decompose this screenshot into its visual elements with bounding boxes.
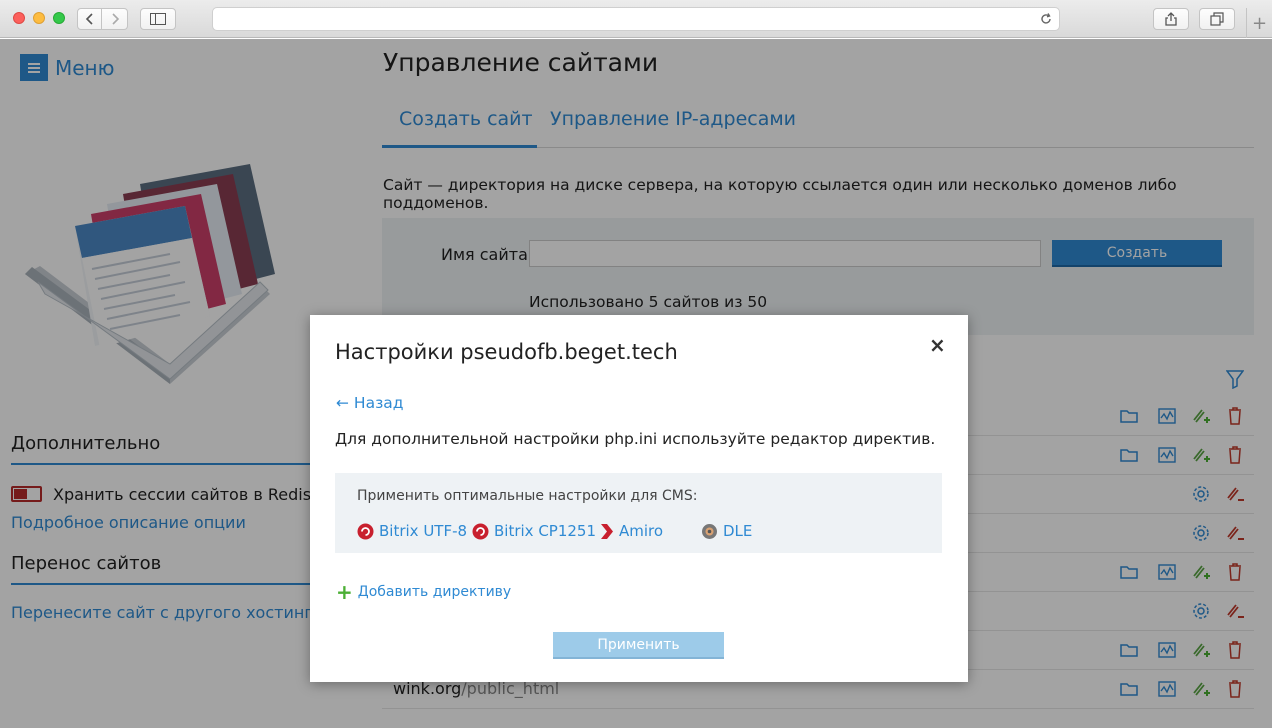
cms-panel: Применить оптимальные настройки для CMS:… [335, 473, 942, 553]
cms-dle[interactable]: DLE [701, 522, 752, 540]
share-button[interactable] [1153, 8, 1189, 30]
reload-icon[interactable] [1039, 12, 1053, 26]
share-icon [1165, 12, 1177, 26]
cms-label: Применить оптимальные настройки для CMS: [357, 488, 698, 504]
cms-bitrix-utf8[interactable]: Bitrix UTF-8 [357, 522, 467, 540]
dle-icon [702, 523, 717, 539]
cms-label-amiro: Amiro [619, 522, 664, 540]
browser-toolbar: + [0, 0, 1272, 38]
back-button[interactable] [77, 8, 102, 30]
add-directive-link[interactable]: + Добавить директиву [336, 582, 511, 602]
sidebar-icon [150, 13, 166, 25]
modal-title: Настройки pseudofb.beget.tech [335, 340, 678, 364]
zoom-window-button[interactable] [53, 12, 65, 24]
plus-icon: + [336, 580, 353, 604]
forward-icon [111, 13, 119, 25]
back-link[interactable]: ← Назад [336, 394, 404, 412]
cms-label-bitrix-cp1251: Bitrix CP1251 [494, 522, 597, 540]
modal-description: Для дополнительной настройки php.ini исп… [335, 430, 936, 448]
close-icon[interactable]: × [929, 333, 946, 357]
add-directive-label: Добавить директиву [357, 584, 512, 600]
bitrix-icon [472, 523, 489, 539]
address-bar[interactable] [212, 7, 1060, 31]
cms-label-dle: DLE [723, 522, 753, 540]
sidebar-toggle-button[interactable] [140, 8, 176, 30]
back-icon [85, 13, 93, 25]
close-window-button[interactable] [13, 12, 25, 24]
tabs-overview-button[interactable] [1199, 8, 1235, 30]
cms-label-bitrix-utf8: Bitrix UTF-8 [379, 522, 468, 540]
forward-button[interactable] [102, 8, 128, 30]
minimize-window-button[interactable] [33, 12, 45, 24]
bitrix-icon [357, 523, 374, 539]
apply-button[interactable]: Применить [553, 632, 724, 659]
cms-bitrix-cp1251[interactable]: Bitrix CP1251 [472, 522, 596, 540]
amiro-icon [601, 523, 613, 539]
tabs-icon [1210, 12, 1224, 26]
new-tab-icon[interactable]: + [1246, 8, 1272, 38]
settings-modal: Настройки pseudofb.beget.tech × ← Назад … [310, 315, 968, 682]
cms-amiro[interactable]: Amiro [600, 522, 663, 540]
